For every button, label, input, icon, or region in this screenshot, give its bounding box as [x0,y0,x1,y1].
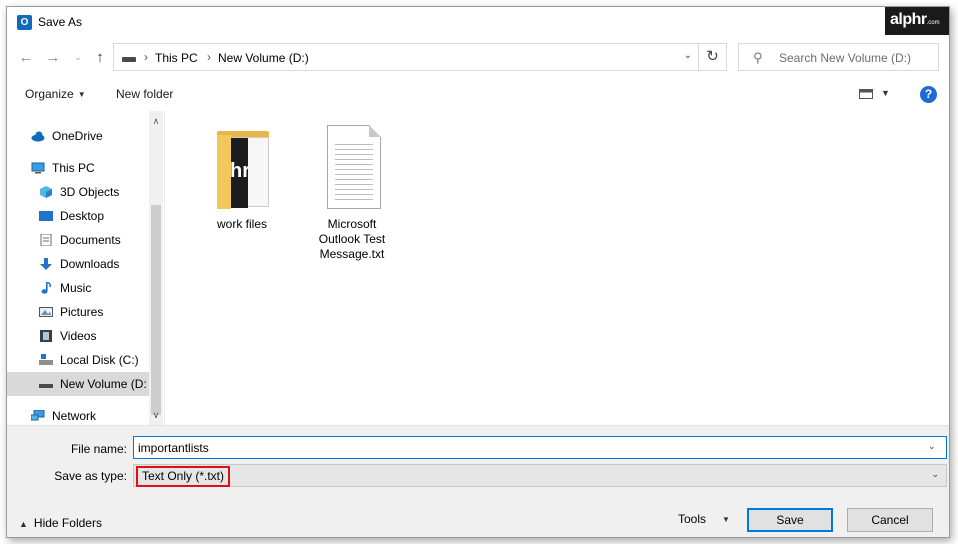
scroll-thumb[interactable] [151,205,161,415]
drive-icon [39,354,53,365]
text-document-icon [319,125,385,215]
sidebar-item-videos[interactable]: Videos [7,324,149,348]
up-arrow-icon[interactable]: ↑ [91,49,109,67]
dropdown-arrow-icon: ▼ [722,515,730,524]
search-input[interactable]: ⚲ Search New Volume (D:) [738,43,939,71]
sidebar-item-documents[interactable]: Documents [7,228,149,252]
network-icon [31,410,45,421]
refresh-icon: ↻ [706,48,719,65]
file-list: hr work files Microsoft Outlook Test Mes… [164,111,949,425]
title-bar: O Save As alphr.com [7,7,949,37]
folder-icon: hr [209,125,275,215]
nav-scrollbar[interactable]: ∧ ∨ [149,111,163,425]
forward-arrow-icon[interactable]: → [44,49,62,67]
dropdown-arrow-icon: ▼ [77,90,86,99]
hide-folders-button[interactable]: ▲ Hide Folders [19,516,102,530]
sidebar-item-3d-objects[interactable]: 3D Objects [7,180,149,204]
save-type-label: Save as type: [54,469,127,483]
sidebar-item-onedrive[interactable]: OneDrive [7,124,149,148]
search-placeholder: Search New Volume (D:) [779,51,912,65]
picture-icon [39,307,53,317]
brand-logo: alphr.com [885,7,949,35]
file-name: Microsoft Outlook Test Message.txt [318,217,386,261]
chevron-down-icon[interactable]: ⌄ [928,441,936,452]
sidebar-item-downloads[interactable]: Downloads [7,252,149,276]
file-name: work files [216,217,267,231]
chevron-up-icon: ▲ [19,519,28,529]
sidebar-item-network[interactable]: Network [7,404,149,425]
cancel-button[interactable]: Cancel [847,508,933,532]
tools-button[interactable]: Tools ▼ [678,512,730,526]
file-item-text-document[interactable]: Microsoft Outlook Test Message.txt [307,125,397,262]
navigation-pane: OneDrive This PC 3D Objects Desktop Docu… [7,111,163,425]
breadcrumb-this-pc[interactable]: This PC [155,51,198,65]
sidebar-item-music[interactable]: Music [7,276,149,300]
scroll-up-icon[interactable]: ∧ [149,113,163,129]
recent-locations-chevron-icon[interactable]: ⌄ [71,48,85,66]
file-item-folder[interactable]: hr work files [197,125,287,232]
breadcrumb-separator-icon[interactable]: › [207,50,211,64]
organize-button[interactable]: Organize ▼ [25,87,86,101]
save-type-value: Text Only (*.txt) [136,466,231,487]
save-as-dialog: O Save As alphr.com ← → ⌄ ↑ › This PC › … [6,6,950,538]
document-icon [40,234,52,246]
save-type-select[interactable]: Text Only (*.txt) ⌄ [133,464,947,487]
view-options-icon[interactable] [859,89,873,99]
drive-icon [122,57,136,62]
chevron-down-icon: ⌄ [931,469,939,479]
cloud-icon [31,131,45,142]
window-title: Save As [38,15,83,29]
chevron-down-icon[interactable]: ⌄ [684,50,692,61]
sidebar-item-local-disk[interactable]: Local Disk (C:) [7,348,149,372]
command-bar: Organize ▼ New folder ▼ ? [7,81,949,109]
breadcrumb-new-volume[interactable]: New Volume (D:) [218,51,309,65]
new-folder-button[interactable]: New folder [116,87,173,101]
sidebar-item-desktop[interactable]: Desktop [7,204,149,228]
sidebar-item-this-pc[interactable]: This PC [7,156,149,180]
desktop-icon [39,211,53,221]
view-dropdown-arrow-icon[interactable]: ▼ [881,88,890,98]
address-bar[interactable]: › This PC › New Volume (D:) ⌄ [113,43,699,71]
sidebar-item-new-volume[interactable]: New Volume (D: [7,372,149,396]
download-icon [40,258,52,270]
search-icon: ⚲ [753,50,763,65]
sidebar-item-pictures[interactable]: Pictures [7,300,149,324]
file-name-input[interactable] [133,436,947,459]
help-icon[interactable]: ? [920,86,937,103]
music-note-icon [41,282,51,294]
film-icon [40,330,52,342]
computer-icon [31,162,45,174]
save-options-area: File name: ⌄ Save as type: Text Only (*.… [7,425,949,537]
save-button[interactable]: Save [747,508,833,532]
file-name-label: File name: [70,442,127,456]
drive-icon [39,384,53,388]
outlook-icon: O [17,15,32,30]
address-row: ← → ⌄ ↑ › This PC › New Volume (D:) ⌄ ↻ … [7,41,949,75]
cube-icon [40,186,52,198]
scroll-down-icon[interactable]: ∨ [149,407,163,423]
refresh-button[interactable]: ↻ [699,43,727,71]
back-arrow-icon[interactable]: ← [17,49,35,67]
breadcrumb-separator-icon[interactable]: › [144,50,148,64]
